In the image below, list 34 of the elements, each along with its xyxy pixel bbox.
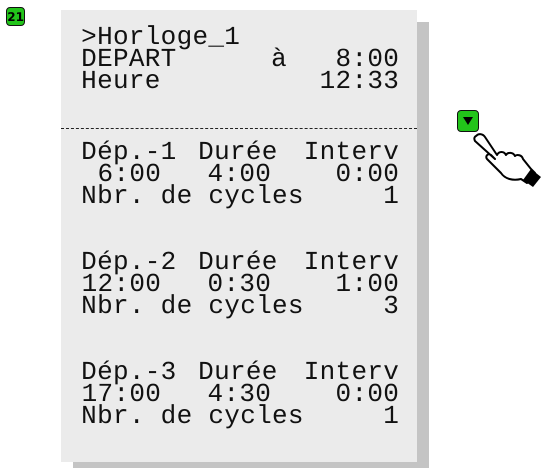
menu-title: >Horloge_1 [81,26,242,48]
duration-label: Durée [198,251,279,273]
down-button[interactable] [457,110,480,132]
cycles-value: 1 [383,185,400,207]
duration-label: Durée [198,361,279,383]
cycles-label: Nbr. de cycles [81,405,305,427]
duration-value: 0:30 [208,273,272,295]
start-time: 17:00 [81,383,162,405]
start-time: 6:00 [98,163,162,185]
duration-value: 4:30 [208,383,272,405]
interval-value: 1:00 [336,273,400,295]
cycles-label: Nbr. de cycles [81,295,305,317]
clock-label: Heure [81,70,162,92]
interval-label: Interv [302,141,400,163]
cycles-value: 3 [383,295,400,317]
interval-value: 0:00 [336,163,400,185]
cycles-label: Nbr. de cycles [81,185,305,207]
interval-label: Interv [302,251,400,273]
at-label: à [271,48,288,70]
pointing-hand-icon [473,133,543,189]
program-name: Dép.-1 [81,141,178,163]
start-time: 12:00 [81,273,162,295]
cycles-value: 1 [383,405,400,427]
duration-value: 4:00 [208,163,272,185]
down-triangle-icon [463,117,474,125]
clock-time: 12:33 [320,70,400,92]
duration-label: Durée [198,141,279,163]
step-number: 21 [6,7,26,26]
interval-value: 0:00 [336,383,400,405]
interval-label: Interv [302,361,400,383]
program-name: Dép.-2 [81,251,178,273]
start-time: 8:00 [336,48,400,70]
program-name: Dép.-3 [81,361,178,383]
start-label: DEPART [81,48,177,70]
